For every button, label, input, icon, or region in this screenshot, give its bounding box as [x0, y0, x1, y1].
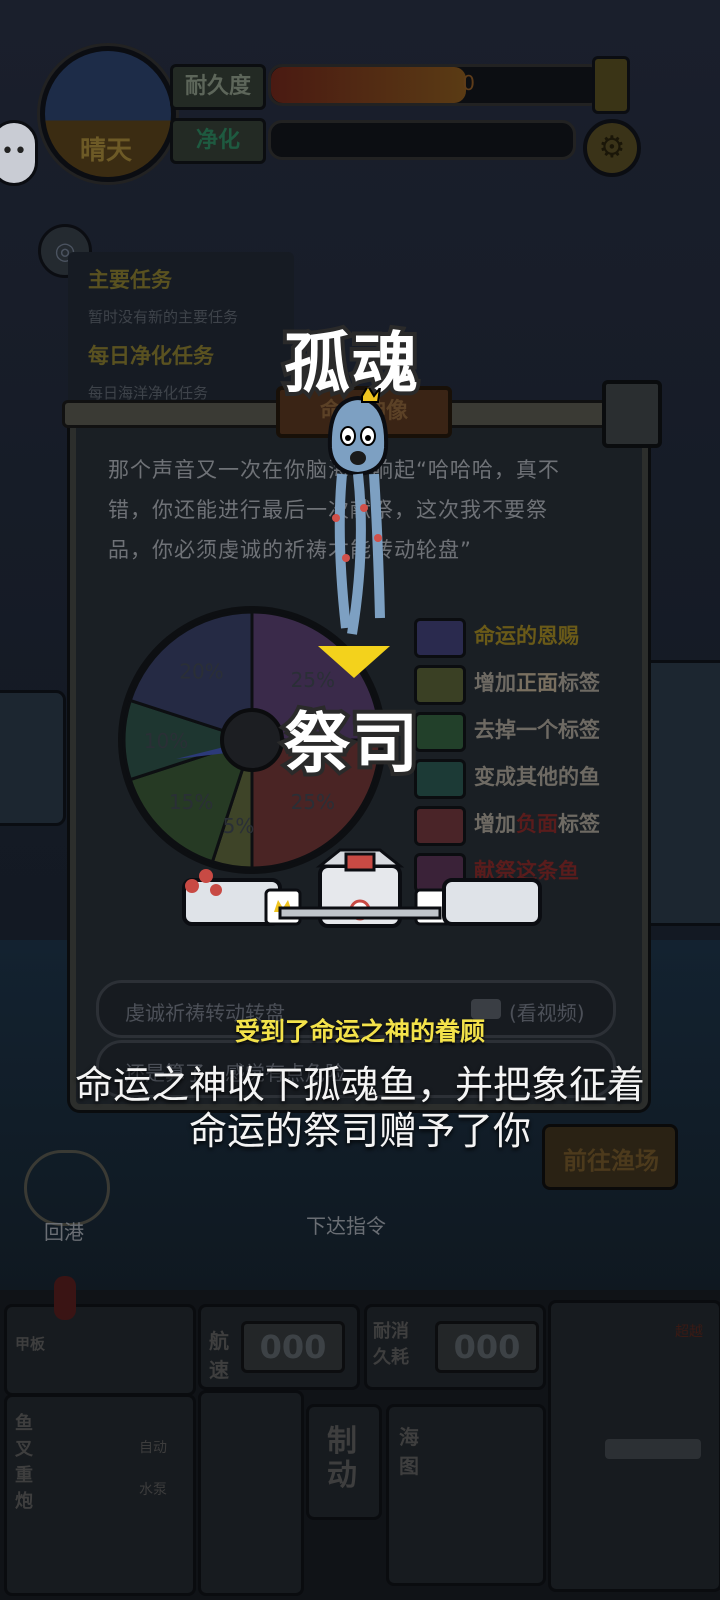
legend-row: 命运的恩赐 — [414, 618, 644, 658]
throttle-panel: 超越 — [548, 1300, 720, 1592]
durability-bar-fill — [271, 67, 466, 103]
legend-row: 增加负面标签 — [414, 806, 644, 846]
priest-ship-sprite — [170, 846, 550, 936]
gear-icon[interactable]: ⚙ — [583, 119, 641, 177]
ghost-jellyfish-sprite — [318, 384, 398, 638]
command-label: 下达指令 — [306, 1214, 386, 1238]
durability-label: 耐久度 — [170, 64, 266, 110]
throttle-handle[interactable] — [605, 1439, 701, 1459]
purify-label: 净化 — [170, 118, 266, 164]
reward-name-title: 祭司 — [280, 701, 422, 786]
speed-label: 航速 — [209, 1329, 229, 1382]
right-tag: 超越 — [675, 1324, 703, 1340]
main-task-title: 主要任务 — [88, 268, 172, 292]
result-caption-line2: 命运的祭司赠予了你 — [188, 1109, 531, 1153]
wheel-slice-label: 20% — [179, 659, 223, 683]
result-caption: 命运之神收下孤魂鱼，并把象征着 命运的祭司赠予了你 — [0, 1062, 720, 1154]
consume-label: 耐消久耗 — [373, 1321, 409, 1368]
anchor-icon[interactable] — [24, 1150, 110, 1226]
consume-gauge: 耐消久耗 000 — [364, 1304, 546, 1390]
durability-bar-cap — [592, 56, 630, 114]
radar-panel — [198, 1390, 304, 1596]
red-lever[interactable] — [54, 1276, 76, 1320]
wheel-slice-label: 25% — [291, 790, 335, 814]
durability-value: 0 — [462, 71, 475, 95]
blessing-toast: 受到了命运之神的眷顾 — [234, 1017, 485, 1046]
legend-swatch — [414, 806, 466, 846]
legend-label: 增加负面标签 — [474, 812, 600, 836]
pump-label: 水泵 — [139, 1482, 167, 1498]
speed-value: 000 — [241, 1321, 345, 1373]
harpoon-panel: 鱼叉重炮 自动 水泵 — [4, 1394, 196, 1596]
result-caption-line1: 命运之神收下孤魂鱼，并把象征着 — [74, 1063, 645, 1107]
legend-label: 命运的恩赐 — [474, 624, 579, 648]
sea-map-label: 海图 — [399, 1425, 419, 1478]
speed-gauge: 航速 000 — [198, 1304, 360, 1390]
legend-swatch — [414, 618, 466, 658]
return-port-label: 回港 — [44, 1220, 84, 1244]
auto-label: 自动 — [139, 1440, 167, 1456]
wheel-slice-label: 5% — [223, 814, 255, 838]
brake-button[interactable]: 制动 — [306, 1404, 382, 1520]
deck-label: 甲板 — [15, 1335, 46, 1353]
chat-bubble-icon[interactable]: •• — [0, 120, 38, 186]
ship-dashboard: 甲板 航速 000 耐消久耗 000 鱼叉重炮 自动 水泵 制动 海图 超越 — [0, 1276, 720, 1600]
purify-bar — [268, 120, 576, 160]
brake-label: 制动 — [327, 1424, 357, 1493]
down-arrow-icon — [318, 646, 390, 678]
wheel-slice-label: 15% — [169, 790, 213, 814]
consume-value: 000 — [435, 1321, 539, 1373]
durability-bar: 0 — [268, 64, 604, 106]
weather-label: 晴天 — [80, 136, 133, 166]
deck-gauge: 甲板 — [4, 1304, 196, 1396]
sea-map-panel: 海图 — [386, 1404, 546, 1586]
harpoon-label: 鱼叉重炮 — [15, 1413, 33, 1512]
